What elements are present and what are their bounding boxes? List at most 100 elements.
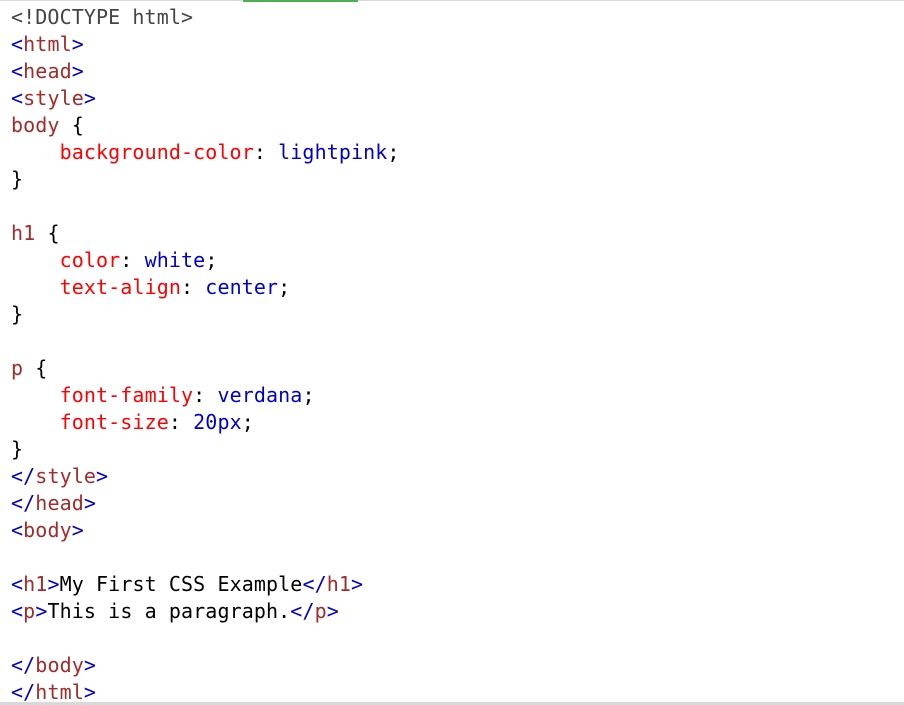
code-token-plain: ; — [205, 248, 218, 272]
code-line: } — [11, 301, 904, 328]
code-line: } — [11, 166, 904, 193]
code-line: text-align: center; — [11, 274, 904, 301]
code-token-prop: color — [59, 248, 121, 272]
code-token-value: center — [205, 275, 279, 299]
code-line: <p>This is a paragraph.</p> — [11, 598, 904, 625]
code-line: body { — [11, 112, 904, 139]
code-token-tag: p — [314, 599, 327, 623]
code-line: } — [11, 436, 904, 463]
code-token-value: white — [144, 248, 206, 272]
code-token-bracket: < — [11, 32, 24, 56]
code-line: ​ — [11, 544, 904, 571]
code-token-selector: body — [11, 113, 60, 137]
code-token-plain: { — [23, 356, 48, 380]
code-token-plain: ; — [387, 140, 400, 164]
code-token-plain: ; — [278, 275, 291, 299]
code-token-bracket: < — [11, 599, 24, 623]
code-line: font-size: 20px; — [11, 409, 904, 436]
code-line: <body> — [11, 517, 904, 544]
code-token-bracket: > — [83, 86, 97, 110]
code-token-bracket: </ — [302, 572, 327, 596]
code-token-plain: } — [11, 437, 24, 461]
code-line: background-color: lightpink; — [11, 139, 904, 166]
code-token-bracket: </ — [11, 464, 36, 488]
code-token-value: verdana — [217, 383, 303, 407]
code-token-text: My First CSS Example — [59, 572, 303, 596]
code-line: </style> — [11, 463, 904, 490]
code-token-plain: { — [35, 221, 60, 245]
code-token-plain: : — [253, 140, 279, 164]
code-line: font-family: verdana; — [11, 382, 904, 409]
code-token-prop: font-size — [59, 410, 169, 434]
code-token-plain: ; — [241, 410, 254, 434]
code-token-prop: background-color — [59, 140, 254, 164]
code-token-plain: : — [193, 383, 218, 407]
code-line: </head> — [11, 490, 904, 517]
code-token-bracket: > — [326, 599, 339, 623]
code-token-plain: ; — [302, 383, 315, 407]
code-example-panel: <!DOCTYPE html> <html> <head> <style> body {… — [0, 0, 904, 705]
code-line: p { — [11, 355, 904, 382]
code-token-plain: : — [120, 248, 145, 272]
code-token-bracket: > — [47, 572, 60, 596]
code-token-bracket: > — [83, 491, 97, 515]
code-line: <head> — [11, 58, 904, 85]
code-line: <html> — [11, 31, 904, 58]
code-token-selector: h1 — [11, 221, 36, 245]
code-editor[interactable]: <!DOCTYPE html> <html> <head> <style> body {… — [11, 4, 904, 704]
code-line: <h1>My First CSS Example</h1> — [11, 571, 904, 598]
code-token-bracket: > — [83, 680, 97, 704]
code-token-bracket: > — [71, 32, 84, 56]
code-token-bracket: </ — [11, 680, 36, 704]
code-token-bracket: < — [11, 518, 24, 542]
code-token-doctype: <!DOCTYPE html> — [11, 5, 194, 29]
code-line: </body> — [11, 652, 904, 679]
code-line: ​ — [11, 625, 904, 652]
code-token-prop: font-family — [59, 383, 194, 407]
code-token-bracket: > — [35, 599, 48, 623]
code-line: ​ — [11, 193, 904, 220]
code-token-tag: html — [23, 32, 72, 56]
code-token-bracket: > — [71, 518, 84, 542]
code-token-bracket: </ — [11, 653, 36, 677]
code-token-bracket: > — [83, 653, 97, 677]
code-token-bracket: < — [11, 59, 24, 83]
code-token-bracket: > — [351, 572, 364, 596]
code-token-tag: body — [35, 653, 84, 677]
code-token-bracket: > — [71, 59, 84, 83]
code-token-tag: h1 — [326, 572, 352, 596]
code-token-plain: { — [59, 113, 84, 137]
code-token-plain: } — [11, 302, 24, 326]
code-token-text: This is a paragraph. — [47, 599, 291, 623]
code-line: <!DOCTYPE html> — [11, 4, 904, 31]
code-line: ​ — [11, 328, 904, 355]
code-token-tag: p — [23, 599, 36, 623]
code-token-tag: body — [23, 518, 72, 542]
code-token-selector: p — [11, 356, 24, 380]
code-line: <style> — [11, 85, 904, 112]
code-token-bracket: </ — [11, 491, 36, 515]
code-token-tag: head — [23, 59, 72, 83]
code-token-bracket: </ — [290, 599, 315, 623]
code-token-bracket: > — [96, 464, 109, 488]
code-token-value: lightpink — [278, 140, 388, 164]
code-token-value: 20px — [193, 410, 242, 434]
code-line: h1 { — [11, 220, 904, 247]
code-token-prop: text-align — [59, 275, 181, 299]
code-line: color: white; — [11, 247, 904, 274]
code-token-tag: style — [23, 86, 84, 110]
code-token-tag: style — [35, 464, 97, 488]
active-tab-indicator — [243, 0, 358, 2]
code-token-tag: html — [35, 680, 84, 704]
code-token-bracket: < — [11, 86, 24, 110]
code-token-bracket: < — [11, 572, 24, 596]
code-token-plain: : — [181, 275, 206, 299]
code-token-tag: head — [35, 491, 84, 515]
code-token-tag: h1 — [23, 572, 48, 596]
code-token-plain: : — [168, 410, 194, 434]
